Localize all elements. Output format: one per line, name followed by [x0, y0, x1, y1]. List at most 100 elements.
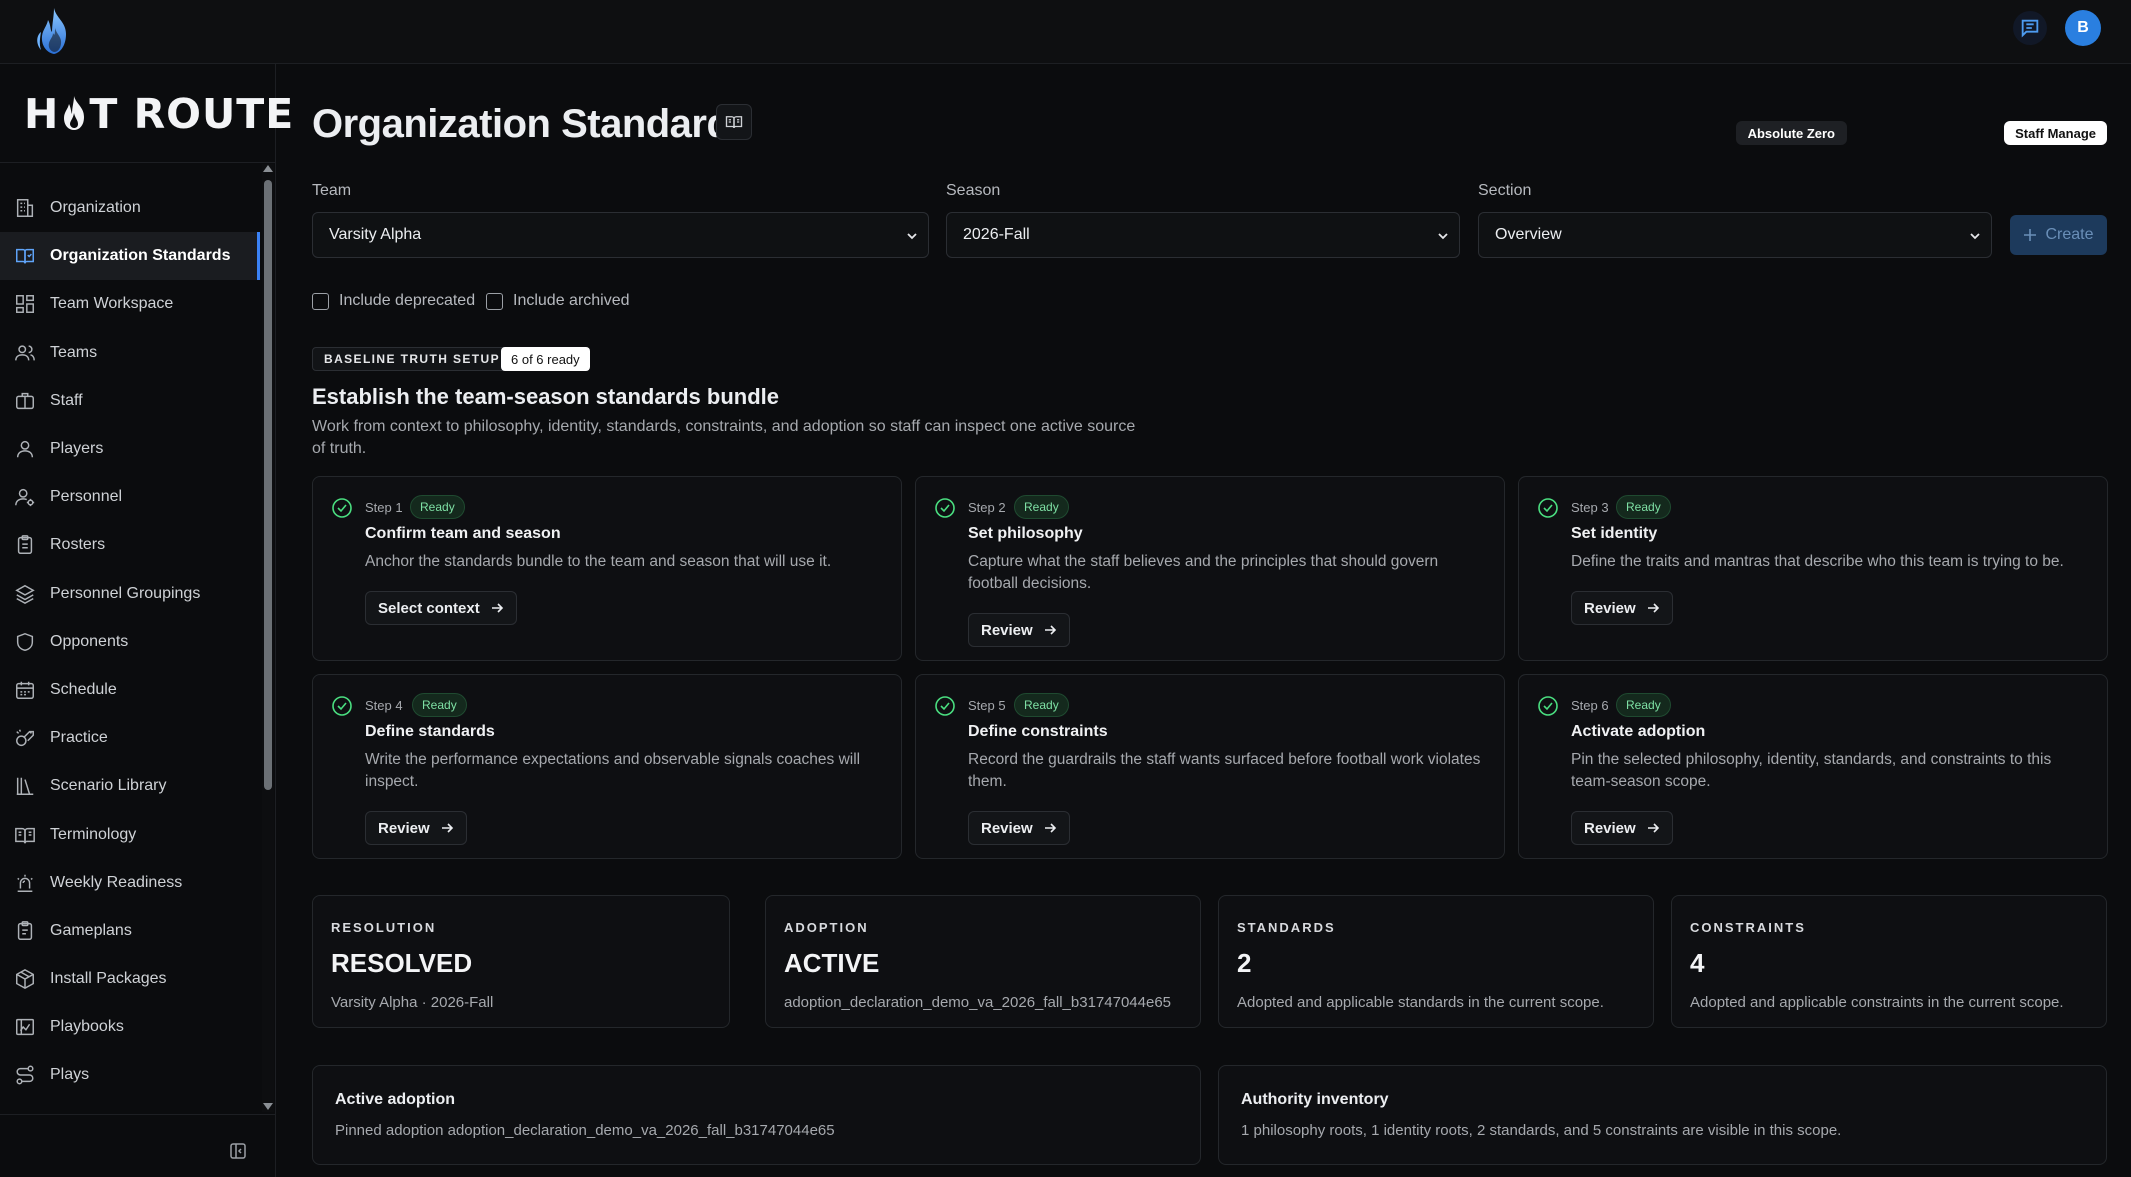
route-icon	[16, 1066, 34, 1085]
docs-button[interactable]	[716, 104, 752, 140]
sidebar-item-practice[interactable]: Practice	[0, 714, 260, 762]
season-label: Season	[946, 182, 1001, 199]
step-number: Step 5	[968, 698, 1006, 713]
check-circle-icon	[1538, 498, 1558, 518]
ready-badge: Ready	[1014, 495, 1069, 519]
sidebar-item-label: Gameplans	[50, 921, 132, 939]
scroll-up-arrow-icon[interactable]	[263, 165, 273, 172]
sidebar-divider	[0, 162, 276, 163]
action-label: Review	[981, 621, 1033, 639]
step-description: Record the guardrails the staff wants su…	[968, 751, 1481, 790]
sidebar-item-organization-standards[interactable]: Organization Standards	[0, 232, 260, 281]
info-value: 1 philosophy roots, 1 identity roots, 2 …	[1241, 1122, 1842, 1139]
sidebar-item-personnel-groupings[interactable]: Personnel Groupings	[0, 570, 260, 618]
select-context-button[interactable]: Select context	[365, 591, 517, 625]
sidebar-item-staff[interactable]: Staff	[0, 377, 260, 425]
sidebar-item-label: Organization	[50, 199, 141, 217]
user-icon	[16, 440, 34, 458]
step-description: Anchor the standards bundle to the team …	[365, 553, 832, 570]
review-button[interactable]: Review	[1571, 591, 1673, 625]
step-title: Set philosophy	[968, 525, 1083, 542]
library-icon	[16, 778, 34, 796]
step-title: Set identity	[1571, 525, 1658, 542]
scroll-down-arrow-icon[interactable]	[263, 1103, 273, 1110]
book-check-icon	[16, 249, 34, 264]
stat-subtext: Adopted and applicable standards in the …	[1237, 994, 1604, 1011]
check-circle-icon	[332, 498, 352, 518]
stat-label: ADOPTION	[784, 920, 869, 935]
flame-logo-icon[interactable]	[32, 6, 76, 56]
scrollbar-thumb[interactable]	[264, 180, 272, 790]
book-open-icon	[725, 116, 743, 129]
step-description: Define the traits and mantras that descr…	[1571, 553, 2064, 570]
sidebar-item-label: Schedule	[50, 680, 117, 698]
sidebar-item-players[interactable]: Players	[0, 425, 260, 473]
section-select[interactable]: Overview	[1478, 212, 1992, 258]
sidebar-item-plays[interactable]: Plays	[0, 1051, 260, 1099]
standards-card: STANDARDS 2 Adopted and applicable stand…	[1218, 895, 1654, 1028]
sidebar-item-organization[interactable]: Organization	[0, 184, 260, 232]
review-button[interactable]: Review	[968, 811, 1070, 845]
ready-badge: Ready	[1014, 693, 1069, 717]
include-archived-checkbox[interactable]: Include archived	[486, 292, 630, 310]
review-button[interactable]: Review	[968, 613, 1070, 647]
sidebar-item-playbooks[interactable]: Playbooks	[0, 1003, 260, 1051]
checkbox-box[interactable]	[486, 292, 503, 310]
ready-badge: Ready	[1616, 693, 1671, 717]
sidebar-item-personnel[interactable]: Personnel	[0, 473, 260, 521]
sidebar-item-gameplans[interactable]: Gameplans	[0, 907, 260, 955]
team-select-value: Varsity Alpha	[329, 226, 422, 243]
resolution-card: RESOLUTION RESOLVED Varsity Alpha · 2026…	[312, 895, 730, 1028]
sidebar-item-terminology[interactable]: Terminology	[0, 810, 260, 858]
adoption-card: ADOPTION ACTIVE adoption_declaration_dem…	[765, 895, 1201, 1028]
sidebar-item-label: Playbooks	[50, 1018, 124, 1036]
sidebar-item-teams[interactable]: Teams	[0, 329, 260, 377]
action-label: Select context	[378, 599, 480, 617]
stat-label: CONSTRAINTS	[1690, 920, 1806, 935]
user-avatar[interactable]: B	[2065, 10, 2101, 46]
sidebar-scrollbar[interactable]	[262, 164, 274, 1112]
team-label: Team	[312, 182, 352, 199]
brand-right: T ROUTE	[89, 90, 295, 138]
step-title: Confirm team and season	[365, 525, 561, 542]
top-bar: B	[0, 0, 2131, 64]
arrow-right-icon	[491, 603, 503, 613]
setup-description: Work from context to philosophy, identit…	[312, 418, 1136, 457]
stat-value: RESOLVED	[331, 948, 473, 978]
arrow-right-icon	[441, 823, 453, 833]
sidebar-item-label: Personnel	[50, 488, 123, 506]
action-label: Review	[378, 819, 430, 837]
collapse-sidebar-icon[interactable]	[228, 1141, 248, 1161]
layout-grid-icon	[16, 295, 34, 314]
sidebar-item-label: Players	[50, 440, 104, 458]
create-button[interactable]: Create	[2010, 215, 2107, 255]
review-button[interactable]: Review	[365, 811, 467, 845]
sidebar-item-opponents[interactable]: Opponents	[0, 618, 260, 666]
section-label: Section	[1478, 182, 1532, 199]
checkbox-box[interactable]	[312, 292, 329, 310]
sidebar-item-label: Rosters	[50, 536, 106, 554]
team-select[interactable]: Varsity Alpha	[312, 212, 929, 258]
stat-label: STANDARDS	[1237, 920, 1336, 935]
review-button[interactable]: Review	[1571, 811, 1673, 845]
brand-wordmark[interactable]: H T ROUTE	[24, 90, 294, 138]
sidebar-item-team-workspace[interactable]: Team Workspace	[0, 280, 260, 328]
sidebar-item-label: Teams	[50, 343, 98, 361]
messages-button[interactable]	[2013, 11, 2047, 45]
check-circle-icon	[935, 696, 955, 716]
sidebar-item-weekly-readiness[interactable]: Weekly Readiness	[0, 859, 260, 907]
sidebar-item-schedule[interactable]: Schedule	[0, 666, 260, 714]
sidebar-item-label: Opponents	[50, 632, 129, 650]
sidebar-item-scenario-library[interactable]: Scenario Library	[0, 762, 260, 810]
arrow-right-icon	[1647, 823, 1659, 833]
sidebar-item-rosters[interactable]: Rosters	[0, 521, 260, 569]
sidebar: H T ROUTE Organization Organization Stand…	[0, 64, 293, 1177]
sidebar-item-label: Practice	[50, 729, 108, 747]
brand-flame-icon	[64, 96, 85, 130]
step-number: Step 6	[1571, 698, 1609, 713]
season-select[interactable]: 2026-Fall	[946, 212, 1460, 258]
step-card-5: Step 5 Ready Define constraints Record t…	[915, 674, 1505, 859]
sidebar-item-install-packages[interactable]: Install Packages	[0, 955, 260, 1003]
include-deprecated-checkbox[interactable]: Include deprecated	[312, 292, 475, 310]
org-tag: Absolute Zero	[1735, 121, 1847, 145]
